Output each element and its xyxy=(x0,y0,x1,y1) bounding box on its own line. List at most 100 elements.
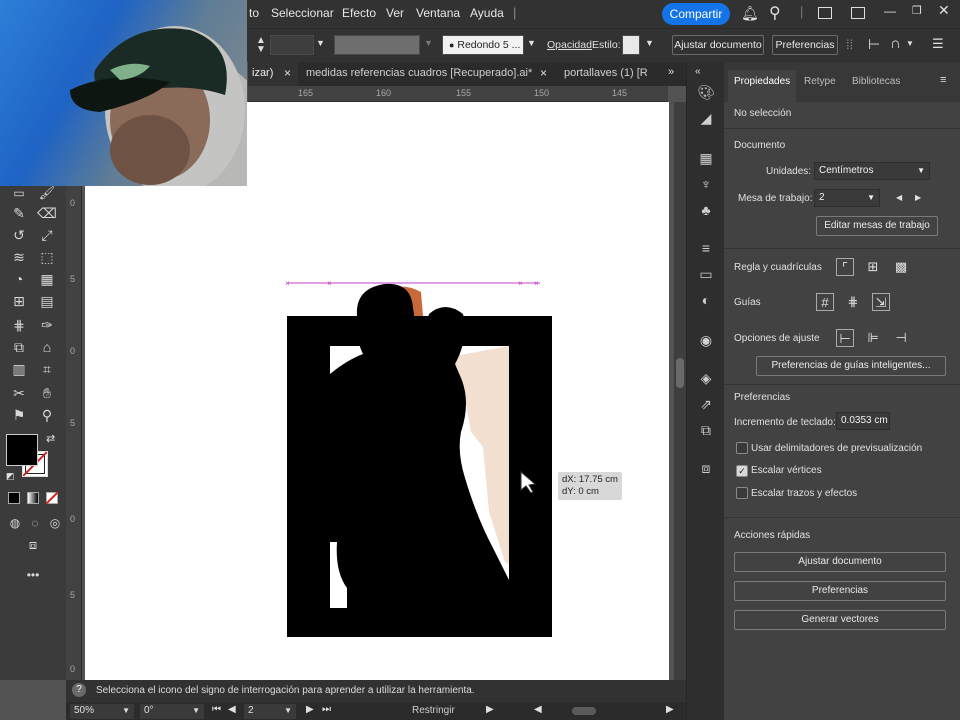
shaper-tool-icon[interactable]: ✎ xyxy=(8,202,30,224)
none-mode-icon[interactable] xyxy=(46,492,58,504)
blend-tool-icon[interactable]: ⧉ xyxy=(8,336,30,358)
screen-mode-icon[interactable]: ⧈ xyxy=(22,534,44,556)
zoom-tool-icon[interactable]: ⚲ xyxy=(36,404,58,426)
symbols-icon[interactable]: ♣ xyxy=(696,200,716,220)
warp-tool-icon[interactable]: ≋ xyxy=(8,246,30,268)
perspective-grid-tool-icon[interactable]: ⊞ xyxy=(8,290,30,312)
show-guides-icon[interactable]: # xyxy=(816,293,834,311)
tab-medidas-referencias[interactable]: medidas referencias cuadros [Recuperado]… xyxy=(306,62,544,86)
eraser-tool-icon[interactable]: ⌫ xyxy=(36,202,58,224)
align-icon[interactable]: ⁞⁞ xyxy=(846,37,853,52)
smart-guides-icon[interactable]: ⇲ xyxy=(872,293,890,311)
transparency-icon[interactable]: ◐ xyxy=(696,290,716,310)
next-artboard-icon[interactable]: ▶ xyxy=(915,193,921,202)
distribute-icon[interactable]: ⊢ xyxy=(868,36,880,53)
menu-item-effect[interactable]: Efecto xyxy=(342,6,376,20)
color-mode-icon[interactable] xyxy=(8,492,20,504)
live-paint-tool-icon[interactable]: ▦ xyxy=(36,268,58,290)
rulers-icon[interactable]: ⌜ xyxy=(836,258,854,276)
artboard-select[interactable]: 2 ▼ xyxy=(814,189,880,207)
collapse-panels-icon[interactable]: « xyxy=(695,66,701,77)
quick-adjust-document-button[interactable]: Ajustar documento xyxy=(734,552,946,572)
symbol-sprayer-tool-icon[interactable]: ⌂ xyxy=(36,336,58,358)
swap-colors-icon[interactable]: ⇄ xyxy=(46,432,55,445)
smart-guides-prefs-button[interactable]: Preferencias de guías inteligentes... xyxy=(756,356,946,376)
preview-bounds-checkbox[interactable] xyxy=(736,442,748,454)
scrollbar-thumb[interactable] xyxy=(676,358,684,388)
scroll-right-icon[interactable]: ▶ xyxy=(666,704,674,715)
stepper-icon[interactable]: ▲ ▼ xyxy=(256,36,266,55)
panel-menu-icon[interactable]: ☰ xyxy=(932,36,944,52)
vertical-scrollbar[interactable] xyxy=(674,102,686,680)
status-menu-icon[interactable]: ▶ xyxy=(486,704,494,715)
menu-item-file-partial[interactable]: to xyxy=(249,6,259,20)
edit-toolbar-icon[interactable]: ••• xyxy=(22,564,44,586)
stroke-weight-field[interactable] xyxy=(270,35,314,55)
bell-icon[interactable]: 🔔︎ xyxy=(741,5,759,22)
next-artboard-icon[interactable]: ▶ xyxy=(306,704,314,715)
brushes-icon[interactable]: ♆ xyxy=(696,174,716,194)
appearance-icon[interactable]: ◉ xyxy=(696,330,716,350)
menu-item-window[interactable]: Ventana xyxy=(416,6,460,20)
tab-close-icon[interactable]: × xyxy=(284,66,291,80)
adjust-document-button[interactable]: Ajustar documento xyxy=(672,35,764,55)
layers-icon[interactable]: ◈ xyxy=(696,368,716,388)
quick-preferences-button[interactable]: Preferencias xyxy=(734,581,946,601)
minimize-icon[interactable]: — xyxy=(884,4,896,18)
lock-guides-icon[interactable]: ⋕ xyxy=(844,293,862,311)
puppet-warp-tool-icon[interactable]: ⚑ xyxy=(8,404,30,426)
close-icon[interactable]: ✕ xyxy=(938,2,950,19)
artboard-navigator[interactable]: 2 ▼ xyxy=(244,704,296,719)
column-graph-tool-icon[interactable]: ▥ xyxy=(8,358,30,380)
artboard[interactable]: × × × × dX: 17.75 cm dY: 0 cm xyxy=(85,102,669,680)
transparency-grid-icon[interactable]: ▩ xyxy=(892,258,910,276)
eyedropper-tool-icon[interactable]: ✑ xyxy=(36,314,58,336)
menu-item-select[interactable]: Seleccionar xyxy=(271,6,334,20)
chevron-down-icon[interactable]: ▼ xyxy=(527,38,536,48)
draw-behind-icon[interactable]: ◌ xyxy=(24,512,46,534)
draw-inside-icon[interactable]: ◎ xyxy=(44,512,66,534)
scale-tool-icon[interactable]: ⤢ xyxy=(36,224,58,246)
shape-builder-tool-icon[interactable]: ◔ xyxy=(8,268,30,290)
generate-vectors-button[interactable]: Generar vectores xyxy=(734,610,946,630)
units-select[interactable]: Centímetros ▼ xyxy=(814,162,930,180)
zoom-field[interactable]: 50% ▼ xyxy=(70,704,134,719)
magnet-icon[interactable]: ∩ xyxy=(890,35,901,52)
menu-item-view[interactable]: Ver xyxy=(386,6,404,20)
last-artboard-icon[interactable]: ⏭ xyxy=(322,704,331,715)
keyboard-increment-input[interactable]: 0.0353 cm xyxy=(836,412,890,430)
hand-tool-icon[interactable]: ✋︎ xyxy=(36,382,58,404)
preferences-button[interactable]: Preferencias xyxy=(772,35,838,55)
first-artboard-icon[interactable]: ⏮ xyxy=(212,704,221,715)
artboards-icon[interactable]: ⧉ xyxy=(696,420,716,440)
tab-close-icon[interactable]: × xyxy=(540,66,547,80)
gradient-tool-icon[interactable]: ▤ xyxy=(36,290,58,312)
stroke-icon[interactable]: ≡ xyxy=(696,238,716,258)
export-icon[interactable]: ⇗ xyxy=(696,394,716,414)
artboard-tool-icon[interactable]: ⌗ xyxy=(36,358,58,380)
search-icon[interactable]: ⚲ xyxy=(769,3,781,23)
chevron-down-icon[interactable]: ▼ xyxy=(645,38,654,48)
arrange-documents-icon[interactable] xyxy=(818,7,832,19)
help-icon[interactable]: ? xyxy=(72,683,86,697)
gradient-icon[interactable]: ▭ xyxy=(696,264,716,284)
scale-strokes-checkbox[interactable] xyxy=(736,487,748,499)
snap-to-glyph-icon[interactable]: ⊣ xyxy=(892,329,910,347)
restore-icon[interactable]: ❐ xyxy=(912,4,922,17)
previous-artboard-icon[interactable]: ◀ xyxy=(896,193,902,202)
edit-artboards-button[interactable]: Editar mesas de trabajo xyxy=(816,216,938,236)
gradient-mode-icon[interactable] xyxy=(27,492,39,504)
scroll-left-icon[interactable]: ◀ xyxy=(534,704,542,715)
tab-libraries[interactable]: Bibliotecas xyxy=(852,76,900,87)
snap-to-pixel-icon[interactable]: ⊢ xyxy=(836,329,854,347)
horizontal-scrollbar-thumb[interactable] xyxy=(572,707,596,715)
fill-color-swatch[interactable] xyxy=(6,434,38,466)
previous-artboard-icon[interactable]: ◀ xyxy=(228,704,236,715)
brush-definition-field[interactable]: ● Redondo 5 ... xyxy=(442,35,524,55)
snap-to-point-icon[interactable]: ⊫ xyxy=(864,329,882,347)
tab-portallaves[interactable]: portallaves (1) [R xyxy=(564,62,650,86)
share-button[interactable]: Compartir xyxy=(662,3,730,25)
panel-menu-icon[interactable]: ≡ xyxy=(940,74,946,86)
workspace-icon[interactable] xyxy=(851,7,865,19)
style-swatch[interactable] xyxy=(622,35,640,55)
